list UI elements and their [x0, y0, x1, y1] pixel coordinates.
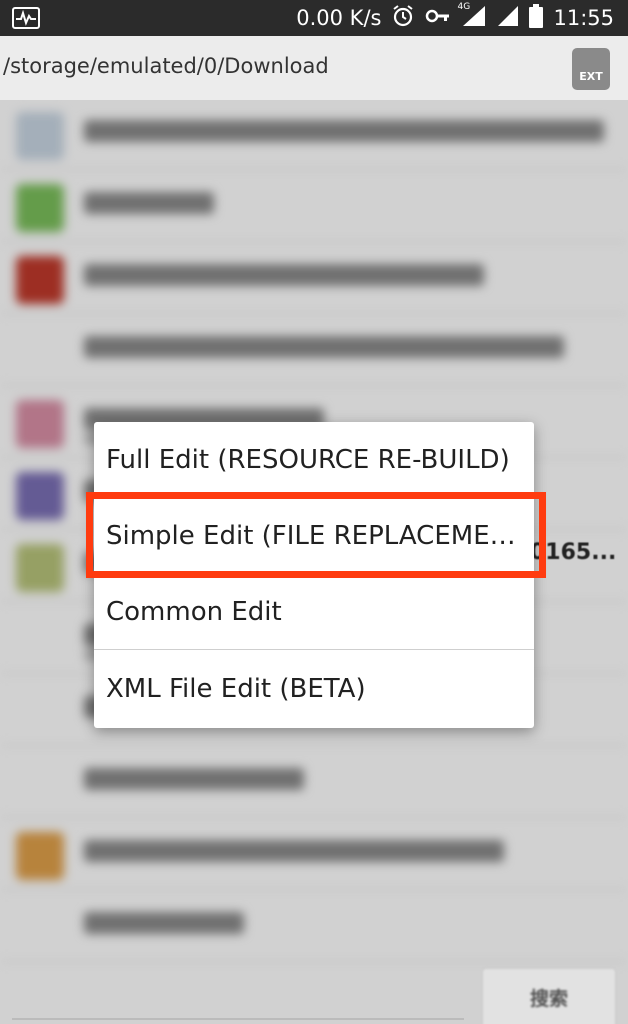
search-input-underline[interactable] [12, 1018, 464, 1020]
edit-mode-menu: Full Edit (RESOURCE RE-BUILD) Simple Edi… [94, 422, 534, 728]
menu-item-common-edit[interactable]: Common Edit [94, 574, 534, 650]
menu-item-xml-edit[interactable]: XML File Edit (BETA) [94, 651, 534, 727]
status-bar: 0.00 K/s 4G 11:55 [0, 0, 628, 36]
current-path: /storage/emulated/0/Download [3, 54, 329, 78]
network-type-label: 4G [457, 2, 471, 12]
signal-icon: 4G [457, 2, 487, 32]
signal-2-icon [497, 4, 519, 32]
sd-card-icon[interactable]: EXT [572, 48, 610, 90]
key-icon [425, 5, 451, 31]
battery-icon [529, 4, 544, 32]
background-peek-text: 0165... [530, 540, 617, 565]
search-button[interactable]: 搜索 [482, 968, 616, 1024]
path-bar: /storage/emulated/0/Download EXT [0, 36, 628, 100]
clock: 11:55 [553, 6, 614, 30]
menu-item-full-edit[interactable]: Full Edit (RESOURCE RE-BUILD) [94, 422, 534, 498]
activity-icon [12, 7, 40, 29]
network-speed: 0.00 K/s [296, 6, 382, 30]
ext-label: EXT [579, 70, 603, 83]
menu-item-simple-edit[interactable]: Simple Edit (FILE REPLACEMENT) [94, 498, 534, 574]
alarm-clock-icon [391, 4, 415, 32]
